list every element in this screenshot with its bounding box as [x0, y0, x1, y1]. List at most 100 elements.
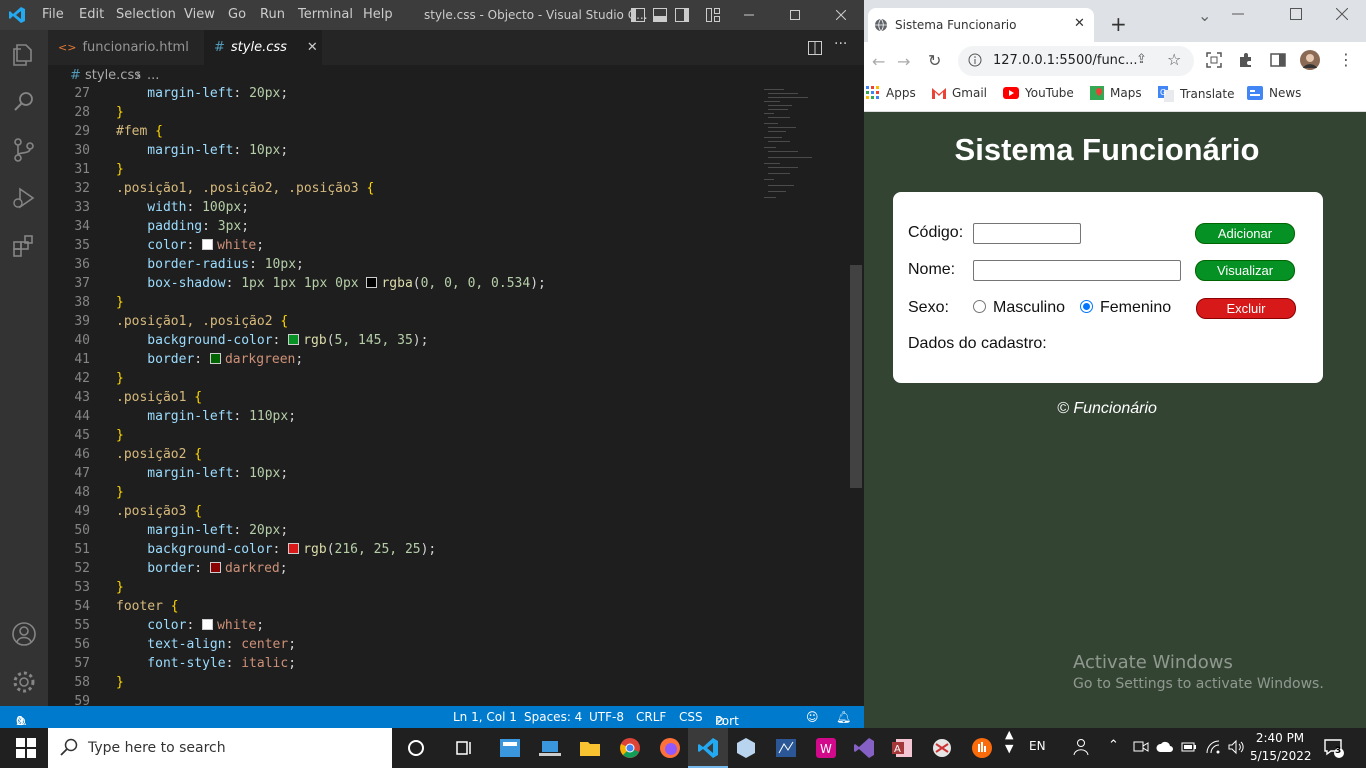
code-line[interactable]: 35 color: white;: [48, 236, 848, 255]
code-line[interactable]: 33 width: 100px;: [48, 198, 848, 217]
code-line[interactable]: 41 border: darkgreen;: [48, 350, 848, 369]
clock-date[interactable]: 5/15/2022: [1250, 749, 1312, 763]
codigo-input[interactable]: [973, 223, 1081, 244]
menu-help[interactable]: Help: [363, 7, 393, 22]
encoding[interactable]: UTF-8: [589, 710, 624, 724]
address-bar[interactable]: 127.0.0.1:5500/func... ⇪ ☆: [958, 46, 1194, 76]
site-info-icon[interactable]: [968, 53, 982, 67]
breadcrumb-more[interactable]: ...: [147, 68, 159, 83]
orange-app-icon[interactable]: [970, 736, 994, 760]
onedrive-cloud-icon[interactable]: [1156, 740, 1174, 754]
notifications-bell-icon[interactable]: 🔔︎: [836, 710, 851, 724]
minimize-button[interactable]: [726, 0, 772, 30]
code-line[interactable]: 42}: [48, 369, 848, 388]
cortana-icon[interactable]: [404, 736, 428, 760]
virtualbox-app-icon[interactable]: [734, 736, 758, 760]
forward-arrow-icon[interactable]: →: [897, 52, 910, 71]
tab-search-chevron-icon[interactable]: ⌄: [1198, 6, 1211, 25]
indentation[interactable]: Spaces: 4: [524, 710, 582, 724]
code-line[interactable]: 52 border: darkred;: [48, 559, 848, 578]
windows-start-icon[interactable]: [14, 736, 38, 760]
maximize-button[interactable]: [772, 0, 818, 30]
toggle-secondary-sidebar-icon[interactable]: [675, 8, 689, 22]
code-line[interactable]: 32 .posição1, .posição2, .posição3 {: [48, 179, 848, 198]
adicionar-button[interactable]: Adicionar: [1195, 223, 1295, 244]
menu-go[interactable]: Go: [228, 7, 246, 22]
color-swatch[interactable]: [202, 619, 214, 630]
minimap[interactable]: [762, 87, 822, 207]
source-control-icon[interactable]: [10, 136, 38, 164]
code-line[interactable]: 54 footer {: [48, 597, 848, 616]
wamp-app-icon[interactable]: W: [814, 736, 838, 760]
clock-time[interactable]: 2:40 PM: [1250, 731, 1310, 745]
snipping-tool-icon[interactable]: [930, 736, 954, 760]
battery-icon[interactable]: [1181, 740, 1197, 754]
color-swatch[interactable]: [202, 239, 214, 250]
menu-selection[interactable]: Selection: [116, 7, 176, 22]
close-button[interactable]: [818, 0, 864, 30]
bookmark-news[interactable]: News: [1247, 86, 1301, 100]
extensions-icon[interactable]: [10, 232, 38, 260]
code-line[interactable]: 34 padding: 3px;: [48, 217, 848, 236]
code-line[interactable]: 38}: [48, 293, 848, 312]
menu-view[interactable]: View: [184, 7, 215, 22]
sql-server-app-icon[interactable]: [774, 736, 798, 760]
people-icon[interactable]: [1072, 738, 1090, 756]
account-icon[interactable]: [10, 620, 38, 648]
bookmark-translate[interactable]: G Translate: [1158, 86, 1235, 102]
menu-edit[interactable]: Edit: [79, 7, 104, 22]
run-debug-icon[interactable]: [10, 184, 38, 212]
color-swatch[interactable]: [209, 562, 221, 573]
side-panel-icon[interactable]: [1270, 52, 1286, 68]
screenshot-icon[interactable]: [1206, 52, 1222, 68]
chrome-app-icon[interactable]: [618, 736, 642, 760]
new-tab-icon[interactable]: +: [1110, 12, 1127, 36]
input-language[interactable]: EN: [1029, 739, 1046, 753]
kebab-menu-icon[interactable]: ⋮: [1338, 50, 1354, 69]
code-line[interactable]: 43 .posição1 {: [48, 388, 848, 407]
code-line[interactable]: 29 #fem {: [48, 122, 848, 141]
code-editor[interactable]: 27 margin-left: 20px; 28} 29 #fem {30 margi…: [48, 87, 850, 706]
language-mode[interactable]: CSS: [679, 710, 703, 724]
code-line[interactable]: 31}: [48, 160, 848, 179]
toggle-panel-icon[interactable]: [653, 8, 667, 22]
notification-center-icon[interactable]: [1323, 737, 1345, 759]
code-line[interactable]: 49 .posição3 {: [48, 502, 848, 521]
code-line[interactable]: 46 .posição2 {: [48, 445, 848, 464]
file-explorer-icon[interactable]: [578, 736, 602, 760]
wifi-icon[interactable]: [1205, 739, 1221, 755]
color-swatch[interactable]: [366, 277, 378, 288]
tab-style-css[interactable]: # style.css ✕: [204, 30, 322, 65]
access-app-icon[interactable]: A: [890, 736, 914, 760]
breadcrumb-file[interactable]: style.css: [85, 68, 141, 83]
code-line[interactable]: 45}: [48, 426, 848, 445]
code-line[interactable]: 51 background-color: rgb(216, 25, 25);: [48, 540, 848, 559]
code-line[interactable]: 59: [48, 692, 848, 706]
bookmark-maps[interactable]: Maps: [1090, 86, 1142, 100]
search-icon[interactable]: [10, 88, 38, 116]
feedback-icon[interactable]: ☺: [806, 710, 819, 724]
color-swatch[interactable]: [288, 543, 300, 554]
explorer-icon[interactable]: [10, 40, 38, 68]
code-line[interactable]: 47 margin-left: 10px;: [48, 464, 848, 483]
vscode-taskbar-item[interactable]: [688, 728, 728, 768]
code-line[interactable]: 27 margin-left: 20px;: [48, 87, 848, 103]
profile-avatar[interactable]: [1300, 50, 1320, 70]
code-line[interactable]: 55 color: white;: [48, 616, 848, 635]
taskbar-search-box[interactable]: Type here to search: [48, 728, 392, 768]
editor-scrollbar[interactable]: [850, 265, 862, 488]
code-line[interactable]: 37 box-shadow: 1px 1px 1px 0px rgba(0, 0…: [48, 274, 848, 293]
bookmark-star-icon[interactable]: ☆: [1167, 50, 1181, 69]
task-view-icon[interactable]: [452, 736, 476, 760]
calculator-app-icon[interactable]: [498, 736, 522, 760]
cursor-position[interactable]: Ln 1, Col 1: [453, 710, 517, 724]
code-line[interactable]: 28}: [48, 103, 848, 122]
code-line[interactable]: 44 margin-left: 110px;: [48, 407, 848, 426]
code-line[interactable]: 53}: [48, 578, 848, 597]
excluir-button[interactable]: Excluir: [1196, 298, 1296, 319]
customize-layout-icon[interactable]: [706, 8, 720, 22]
visualizar-button[interactable]: Visualizar: [1195, 260, 1295, 281]
maximize-button[interactable]: [1290, 8, 1302, 20]
meet-now-icon[interactable]: [1133, 740, 1149, 754]
firefox-app-icon[interactable]: [658, 736, 682, 760]
